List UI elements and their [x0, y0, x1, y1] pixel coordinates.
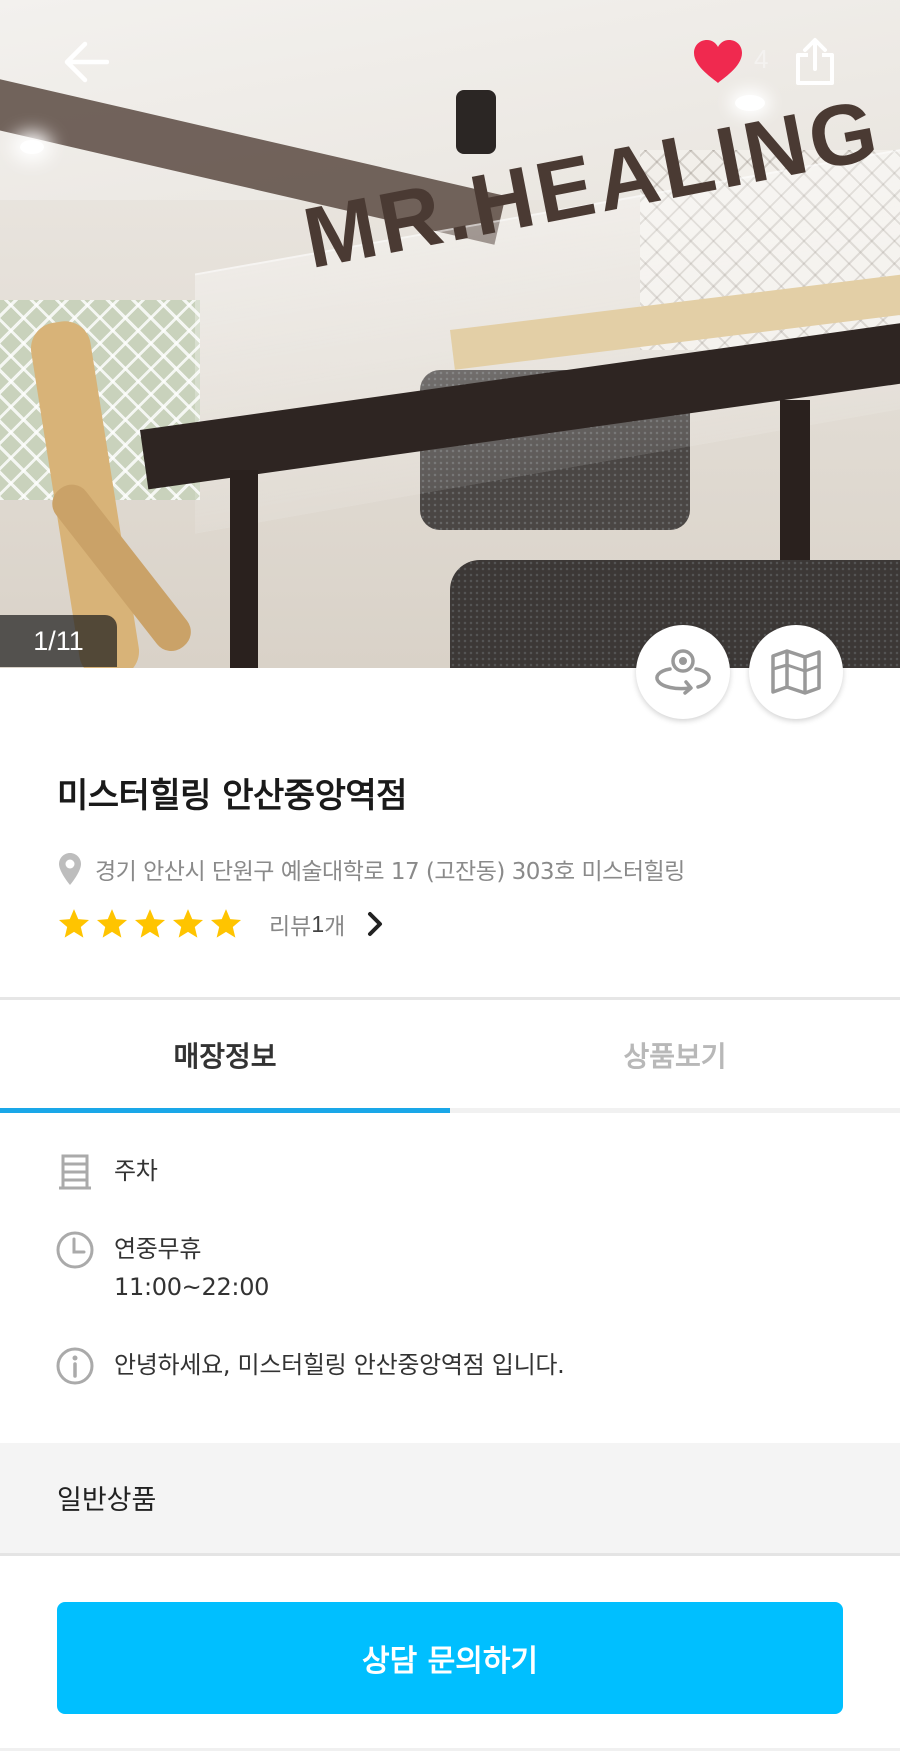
parking-row: 주차: [55, 1152, 158, 1192]
heart-icon: [694, 40, 742, 83]
star-icon: [134, 909, 166, 938]
parking-text: 주차: [114, 1157, 158, 1185]
review-unit: 개: [324, 914, 346, 940]
rating-row[interactable]: 리뷰 1 개: [57, 904, 385, 944]
360-view-icon: [655, 649, 711, 695]
star-icon: [172, 909, 204, 938]
clock-icon: [56, 1231, 94, 1269]
intro-row: 안녕하세요, 미스터힐링 안산중앙역점 입니다.: [55, 1346, 565, 1386]
hours-days: 연중무휴: [114, 1235, 202, 1263]
store-name: 미스터힐링 안산중앙역점: [57, 776, 407, 816]
location-pin-icon: [59, 853, 81, 885]
address-row: 경기 안산시 단원구 예술대학로 17 (고잔동) 303호 미스터힐링: [57, 852, 685, 886]
tab-store-info[interactable]: 매장정보: [0, 1002, 450, 1108]
chevron-right-icon[interactable]: [365, 911, 385, 937]
review-count: 1: [311, 910, 325, 937]
section-divider: [0, 1553, 900, 1556]
share-icon: [796, 38, 834, 85]
share-button[interactable]: [790, 34, 840, 90]
gallery-counter: 1/11: [0, 615, 117, 667]
divider: [0, 997, 900, 1000]
intro-text: 안녕하세요, 미스터힐링 안산중앙역점 입니다.: [114, 1351, 565, 1379]
map-button[interactable]: [749, 625, 843, 719]
like-button[interactable]: [690, 36, 746, 88]
store-address: 경기 안산시 단원구 예술대학로 17 (고잔동) 303호 미스터힐링: [95, 859, 685, 885]
store-photo[interactable]: MR.HEALING 1/11: [0, 0, 900, 668]
like-count: 4: [754, 44, 769, 74]
consult-inquiry-button[interactable]: 상담 문의하기: [57, 1602, 843, 1714]
bottom-divider: [0, 1748, 900, 1751]
section-title: 일반상품: [57, 1485, 157, 1516]
photo-light: [20, 140, 44, 154]
star-icon: [58, 909, 90, 938]
review-label: 리뷰: [269, 914, 312, 940]
info-icon: [56, 1347, 94, 1385]
parking-icon: [59, 1154, 91, 1190]
back-button[interactable]: [56, 34, 116, 90]
tab-products[interactable]: 상품보기: [450, 1002, 900, 1108]
photo-table-leg: [230, 470, 258, 668]
arrow-left-icon: [64, 41, 109, 83]
photo-speaker: [456, 90, 496, 154]
hours-text: 연중무휴 11:00~22:00: [114, 1230, 269, 1306]
map-icon: [771, 649, 821, 695]
hours-time: 11:00~22:00: [114, 1273, 270, 1301]
star-icon: [96, 909, 128, 938]
tab-active-indicator: [0, 1108, 450, 1113]
star-icon: [210, 909, 242, 938]
view-360-button[interactable]: [636, 625, 730, 719]
hours-row: 연중무휴 11:00~22:00: [55, 1230, 269, 1306]
